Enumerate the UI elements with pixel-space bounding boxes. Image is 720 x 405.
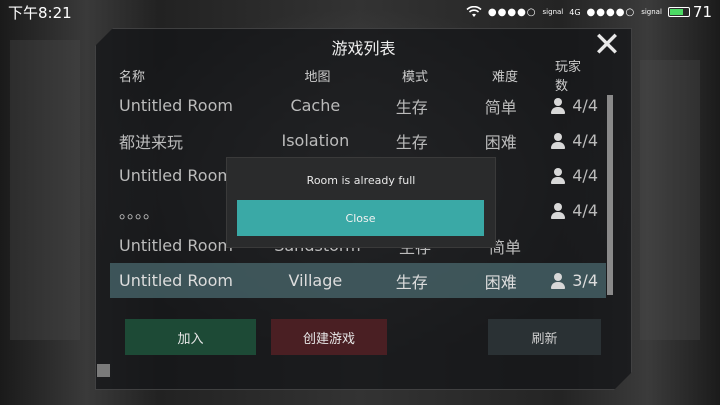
person-icon (550, 272, 566, 289)
signal-label-2: signal (641, 8, 662, 16)
player-count: 4/4 (572, 96, 598, 115)
room-name: 都进来玩 (119, 132, 184, 152)
corridor-wall-left (10, 40, 80, 340)
room-mode: 生存 (395, 132, 428, 152)
dialog-close-button[interactable]: Close (237, 200, 484, 236)
person-icon (550, 167, 566, 184)
room-difficulty: 困难 (484, 272, 517, 292)
room-map: Village (288, 271, 343, 290)
battery-icon (667, 7, 690, 17)
room-name: Untitled Room (119, 271, 233, 290)
status-indicators: ●●●●○ signal 4G ●●●●○ signal 71 (466, 3, 712, 21)
panel-title: 游戏列表 (331, 39, 396, 58)
room-difficulty: 简单 (484, 97, 517, 117)
room-players: 4/4 (550, 131, 606, 150)
table-row[interactable]: Untitled Room Cache 生存 简单 4/4 (110, 88, 606, 123)
battery-fill (669, 9, 683, 15)
header-name: 名称 (119, 69, 146, 85)
table-row-selected[interactable]: Untitled Room Village 生存 困难 3/4 (110, 263, 606, 298)
room-mode: 生存 (395, 97, 428, 117)
table-row[interactable]: 都进来玩 Isolation 生存 困难 4/4 (110, 123, 606, 158)
refresh-button[interactable]: 刷新 (488, 319, 601, 355)
create-game-button[interactable]: 创建游戏 (271, 319, 387, 355)
room-players: 3/4 (550, 271, 606, 290)
person-icon (550, 202, 566, 219)
room-difficulty: 困难 (484, 132, 517, 152)
header-mode: 模式 (401, 69, 428, 85)
header-map: 地图 (304, 69, 331, 85)
signal-dots-1: ●●●●○ (487, 6, 537, 18)
status-bar: 下午8:21 ●●●●○ signal 4G ●●●●○ signal 71 (0, 0, 720, 24)
player-count: 4/4 (572, 131, 598, 150)
scrollbar-thumb[interactable] (607, 95, 613, 295)
scrollbar[interactable] (607, 95, 613, 295)
person-icon (550, 132, 566, 149)
room-map: Isolation (281, 131, 350, 150)
player-count: 3/4 (572, 271, 598, 290)
dialog-message: Room is already full (306, 174, 416, 187)
room-players: 4/4 (550, 166, 606, 185)
room-players: 4/4 (550, 96, 606, 115)
join-button[interactable]: 加入 (125, 319, 256, 355)
signal-label-1: signal (542, 8, 564, 16)
close-icon[interactable]: ✕ (590, 28, 624, 62)
signal-dots-2: ●●●●○ (586, 6, 636, 18)
corridor-wall-right (640, 60, 700, 340)
header-difficulty: 难度 (491, 69, 518, 85)
room-map: Cache (290, 96, 341, 115)
room-full-dialog: Room is already full Close (226, 157, 496, 248)
player-count: 4/4 (572, 166, 598, 185)
player-count: 4/4 (572, 201, 598, 220)
room-players: 4/4 (550, 201, 606, 220)
battery-indicator: 71 (667, 3, 712, 21)
room-mode: 生存 (395, 272, 428, 292)
status-time: 下午8:21 (8, 3, 72, 22)
room-name: Untitled Room (119, 96, 233, 115)
person-icon (550, 97, 566, 114)
table-header: 名称 地图 模式 难度 玩家数 (110, 60, 606, 94)
wifi-icon (466, 6, 482, 17)
corner-square (97, 364, 110, 377)
battery-level: 71 (692, 3, 712, 21)
network-type: 4G (569, 7, 581, 17)
